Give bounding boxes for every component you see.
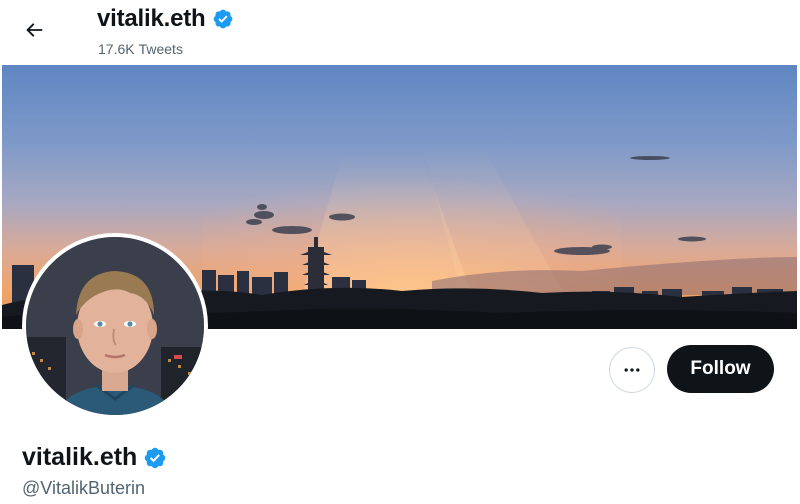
profile-header-bar: vitalik.eth 17.6K Tweets — [0, 0, 800, 64]
header-title: vitalik.eth — [97, 5, 234, 33]
more-options-button[interactable] — [609, 347, 655, 393]
avatar-image — [26, 237, 204, 415]
tweet-count-value: 17.6K — [98, 41, 135, 57]
verified-badge-icon[interactable] — [212, 8, 234, 30]
tweet-count: 17.6K Tweets — [98, 41, 183, 57]
profile-name-row: vitalik.eth — [22, 443, 167, 472]
more-horizontal-icon — [624, 368, 640, 372]
verified-badge-icon[interactable] — [143, 446, 167, 470]
tweet-count-label: Tweets — [138, 41, 183, 57]
follow-button[interactable]: Follow — [667, 345, 774, 393]
arrow-left-icon — [26, 23, 43, 37]
profile-avatar[interactable] — [22, 233, 208, 419]
header-display-name: vitalik.eth — [97, 5, 206, 32]
back-button[interactable] — [16, 12, 52, 48]
profile-handle: @VitalikButerin — [22, 478, 145, 498]
profile-display-name: vitalik.eth — [22, 443, 138, 471]
